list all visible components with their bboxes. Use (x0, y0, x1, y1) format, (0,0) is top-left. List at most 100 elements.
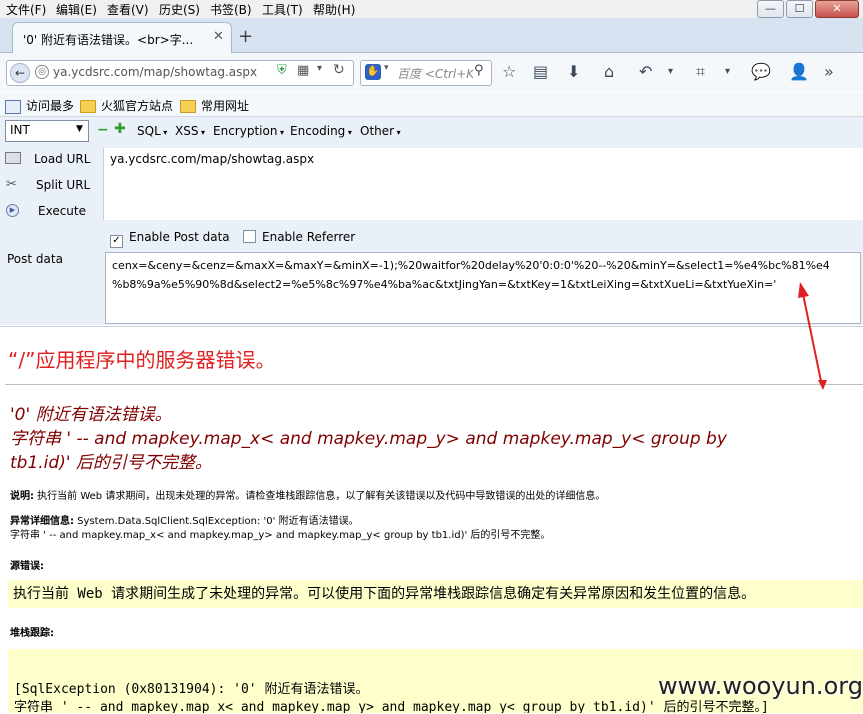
source-error-label: 源错误: (10, 561, 44, 572)
new-tab-icon[interactable]: + (238, 26, 253, 47)
minus-icon[interactable]: − (97, 122, 109, 138)
crop-icon[interactable]: ⌗ (696, 62, 705, 82)
menu-file[interactable]: 文件(F) (6, 1, 46, 18)
back-icon[interactable]: ← (10, 63, 30, 83)
server-error-title: “/”应用程序中的服务器错误。 (8, 348, 276, 372)
overflow-icon[interactable]: » (824, 62, 834, 81)
enable-post-label: Enable Post data (129, 230, 230, 244)
annotation-arrow (798, 282, 827, 390)
search-bar[interactable]: ✋ ▾ 百度 <Ctrl+K> ⚲ (360, 60, 492, 86)
stack-trace-label: 堆栈跟踪: (10, 628, 54, 639)
enable-referrer-checkbox[interactable]: Enable Referrer (243, 230, 355, 244)
crop-dropdown-icon[interactable]: ▾ (725, 66, 730, 77)
error-heading-line: '0' 附近有语法错误。 (10, 405, 172, 425)
maximize-button[interactable]: ☐ (786, 0, 813, 18)
globe-icon: ◎ (35, 65, 49, 79)
bookmark-most-visited[interactable]: 访问最多 (5, 97, 74, 114)
divider (5, 384, 863, 385)
chat-icon[interactable]: 💬 (751, 62, 771, 81)
bookmark-firefox-site[interactable]: 火狐官方站点 (80, 97, 173, 114)
undo-dropdown-icon[interactable]: ▾ (668, 66, 673, 77)
bookmark-label: 常用网址 (201, 99, 250, 113)
menu-history[interactable]: 历史(S) (159, 1, 200, 18)
shield-icon[interactable]: ⛨ (277, 63, 287, 78)
exception-label: 异常详细信息: (10, 516, 74, 527)
menu-edit[interactable]: 编辑(E) (56, 1, 97, 18)
bookmark-label: 火狐官方站点 (101, 99, 174, 113)
execute-label: Execute (38, 204, 86, 218)
post-data-content: cenx=&ceny=&cenz=&maxX=&maxY=&minX=-1);%… (112, 256, 830, 294)
dropdown-icon[interactable]: ▾ (317, 63, 322, 74)
exception-details: 异常详细信息: System.Data.SqlClient.SqlExcepti… (10, 515, 550, 543)
user-icon[interactable]: 👤 (789, 62, 809, 81)
enable-post-checkbox[interactable]: ✓ Enable Post data (110, 230, 230, 248)
menu-bar: 文件(F) 编辑(E) 查看(V) 历史(S) 书签(B) 工具(T) 帮助(H… (0, 0, 863, 18)
bookmarks-bar: 访问最多 火狐官方站点 常用网址 (0, 92, 863, 117)
play-icon: ▶ (6, 204, 19, 217)
type-select[interactable]: INT ▼ (5, 120, 89, 142)
plus-icon[interactable]: ✚ (114, 121, 126, 137)
tab-close-icon[interactable]: ✕ (213, 29, 224, 44)
source-error-box: 执行当前 Web 请求期间生成了未处理的异常。可以使用下面的异常堆栈跟踪信息确定… (8, 580, 863, 608)
download-icon[interactable]: ⬇ (567, 62, 580, 81)
post-data-label: Post data (7, 252, 63, 266)
load-url-icon (5, 152, 21, 164)
reload-icon[interactable]: ↻ (333, 62, 345, 78)
menu-xss-label: XSS (175, 124, 199, 138)
menu-sql-label: SQL (137, 124, 161, 138)
checkbox-unchecked-icon (243, 230, 256, 243)
menu-encoding-label: Encoding (290, 124, 346, 138)
url-bar[interactable]: ← ◎ ya.ycdsrc.com/map/showtag.aspx ⛨ ▦ ▾… (6, 60, 354, 86)
menu-sql[interactable]: SQL ▾ (137, 124, 167, 138)
url-text: ya.ycdsrc.com/map/showtag.aspx (53, 65, 258, 79)
menu-view[interactable]: 查看(V) (107, 1, 149, 18)
star-icon[interactable]: ☆ (502, 62, 516, 81)
execute-button[interactable]: ▶ Execute (0, 203, 98, 227)
split-url-button[interactable]: ✂ Split URL (0, 177, 98, 201)
engine-dropdown-icon[interactable]: ▾ (384, 63, 389, 73)
menu-encryption-label: Encryption (213, 124, 278, 138)
post-data-textarea[interactable]: cenx=&ceny=&cenz=&maxX=&maxY=&minX=-1);%… (105, 252, 861, 324)
split-url-label: Split URL (36, 178, 91, 192)
error-heading: '0' 附近有语法错误。 字符串 ' -- and mapkey.map_x< … (10, 403, 860, 475)
menu-xss[interactable]: XSS ▾ (175, 124, 205, 138)
search-input[interactable]: 百度 <Ctrl+K> (397, 65, 473, 82)
menu-other[interactable]: Other ▾ (360, 124, 401, 138)
stack-trace-line: 字符串 ' -- and mapkey.map_x< and mapkey.ma… (14, 700, 769, 713)
menu-bookmarks[interactable]: 书签(B) (210, 1, 252, 18)
home-icon[interactable]: ⌂ (604, 62, 614, 81)
menu-help[interactable]: 帮助(H) (313, 1, 355, 18)
description-text: 执行当前 Web 请求期间，出现未处理的异常。请检查堆栈跟踪信息，以了解有关该错… (34, 491, 606, 502)
menu-encoding[interactable]: Encoding ▾ (290, 124, 352, 138)
close-window-button[interactable]: ✕ (815, 0, 859, 18)
type-select-value: INT (10, 123, 30, 137)
undo-icon[interactable]: ↶ (639, 62, 652, 81)
reading-list-icon[interactable]: ▤ (533, 62, 548, 81)
exception-text: System.Data.SqlClient.SqlException: '0' … (74, 516, 359, 527)
baidu-icon[interactable]: ✋ (365, 64, 381, 80)
search-icon[interactable]: ⚲ (474, 63, 484, 78)
scissors-icon: ✂ (6, 177, 17, 192)
bookmark-label: 访问最多 (26, 99, 75, 113)
minimize-button[interactable]: — (757, 0, 784, 18)
menu-encryption[interactable]: Encryption ▾ (213, 124, 284, 138)
menu-tools[interactable]: 工具(T) (262, 1, 303, 18)
checkbox-checked-icon: ✓ (110, 235, 123, 248)
url-textarea[interactable]: ya.ycdsrc.com/map/showtag.aspx (103, 148, 863, 220)
description-label: 说明: (10, 491, 34, 502)
post-data-line: %b8%9a%e5%90%8d&select2=%e5%8c%97%e4%ba%… (112, 278, 777, 291)
tab-title: '0' 附近有语法错误。<br>字... (23, 33, 194, 47)
watermark: www.wooyun.org (658, 672, 863, 700)
description: 说明: 执行当前 Web 请求期间，出现未处理的异常。请检查堆栈跟踪信息，以了解… (10, 487, 605, 502)
error-heading-line: 字符串 ' -- and mapkey.map_x< and mapkey.ma… (10, 429, 727, 449)
menu-other-label: Other (360, 124, 395, 138)
tab-active[interactable]: '0' 附近有语法错误。<br>字... ✕ (12, 22, 232, 53)
chevron-down-icon: ▼ (76, 124, 83, 134)
enable-referrer-label: Enable Referrer (262, 230, 356, 244)
qr-icon[interactable]: ▦ (297, 63, 309, 78)
load-url-button[interactable]: Load URL (0, 151, 98, 175)
grid-icon (5, 99, 21, 114)
post-data-line: cenx=&ceny=&cenz=&maxX=&maxY=&minX=-1);%… (112, 259, 830, 272)
bookmark-common-urls[interactable]: 常用网址 (180, 97, 249, 114)
folder-icon (80, 100, 96, 113)
